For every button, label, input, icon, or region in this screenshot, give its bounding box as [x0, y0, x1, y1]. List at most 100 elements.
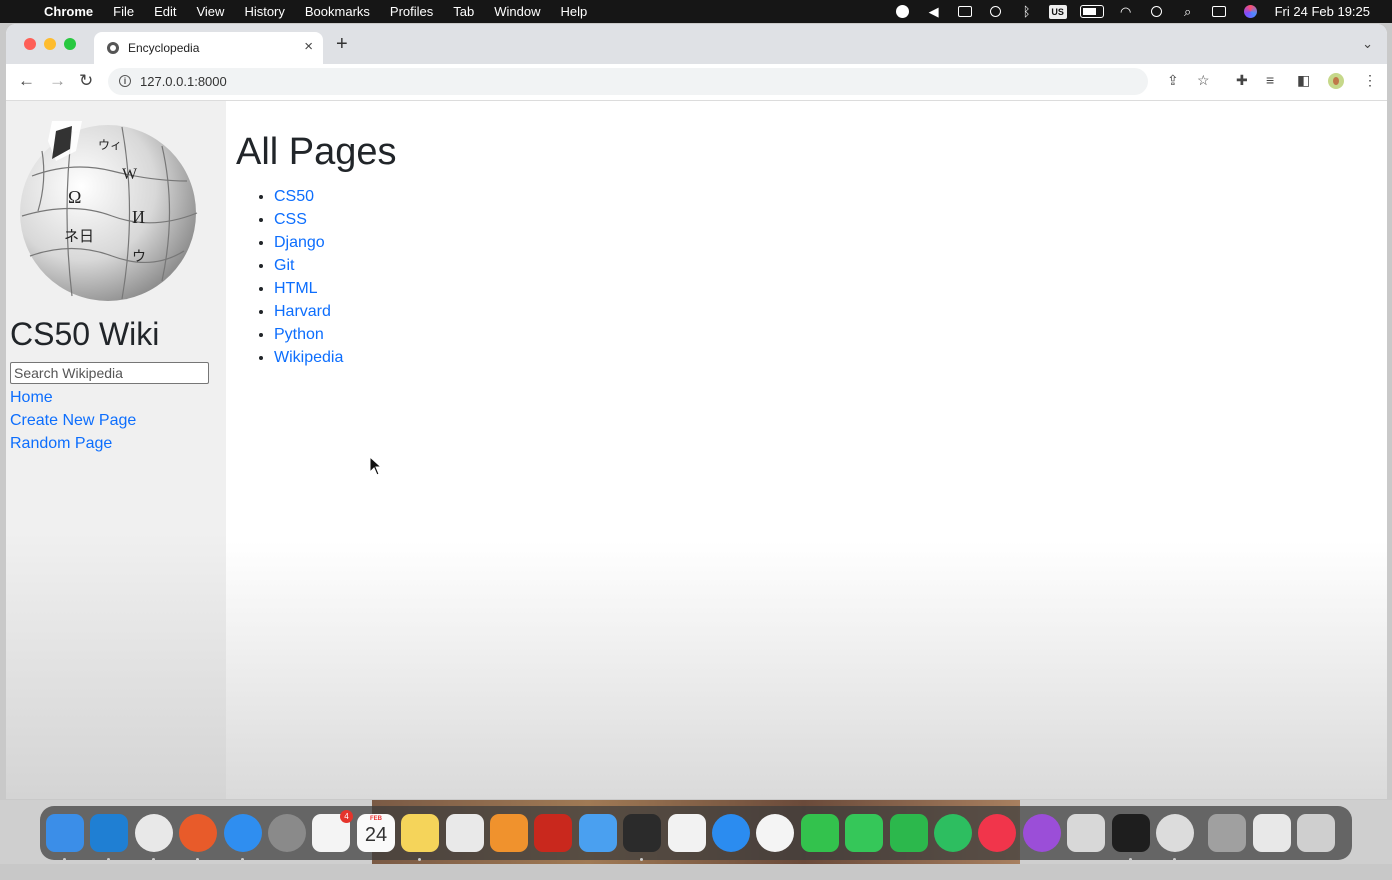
site-info-icon[interactable]: i [119, 75, 131, 87]
quicktime-icon[interactable] [1156, 814, 1194, 852]
chrome-icon[interactable] [135, 814, 173, 852]
vscode-icon[interactable] [90, 814, 128, 852]
entry-link-html[interactable]: HTML [274, 280, 318, 297]
profile-avatar-icon[interactable] [1328, 73, 1344, 89]
system-preferences-icon[interactable] [268, 814, 306, 852]
share-icon[interactable]: ⇪ [1167, 73, 1179, 87]
evernote-icon[interactable] [934, 814, 972, 852]
more-menu-icon[interactable]: ⋮ [1363, 73, 1377, 87]
tab-encyclopedia[interactable]: Encyclopedia × [94, 32, 323, 64]
close-window-button[interactable] [24, 38, 36, 50]
finder-icon[interactable] [46, 814, 84, 852]
siri-icon[interactable] [1241, 5, 1259, 18]
spotlight-search-icon[interactable]: ⌕ [1179, 5, 1197, 18]
app-store-icon[interactable] [712, 814, 750, 852]
screen-mirroring-icon[interactable] [956, 5, 974, 18]
entry-link-django[interactable]: Django [274, 234, 325, 251]
menu-help[interactable]: Help [561, 4, 588, 19]
volume-icon[interactable]: ◀︎ [925, 5, 943, 18]
side-panel-icon[interactable]: ◧ [1297, 73, 1310, 87]
entry-link-css[interactable]: CSS [274, 211, 307, 228]
address-bar[interactable]: i 127.0.0.1:8000 [108, 68, 1148, 95]
battery-icon[interactable] [1079, 5, 1104, 18]
documents-icon[interactable] [1253, 814, 1291, 852]
textedit-icon[interactable] [446, 814, 484, 852]
activity-monitor-icon[interactable] [623, 814, 661, 852]
app-icon[interactable] [668, 814, 706, 852]
tab-title: Encyclopedia [128, 41, 200, 55]
bookmark-star-icon[interactable]: ☆ [1197, 73, 1210, 87]
pages-icon[interactable] [490, 814, 528, 852]
launchpad-icon[interactable] [1067, 814, 1105, 852]
svg-text:Ω: Ω [68, 187, 81, 207]
tab-strip: Encyclopedia × + ⌄ [6, 24, 1387, 64]
svg-text:ネ日: ネ日 [64, 227, 94, 245]
sidebar: Ω W И ネ日 ウ ウィ CS50 Wiki Home Create New … [6, 101, 226, 799]
record-icon[interactable] [894, 5, 912, 18]
svg-text:ウ: ウ [132, 249, 146, 265]
menu-history[interactable]: History [244, 4, 284, 19]
back-button[interactable]: ← [18, 72, 35, 89]
zoom-window-button[interactable] [64, 38, 76, 50]
new-tab-button[interactable]: + [336, 34, 348, 54]
browser-toolbar: ← → ↻ i 127.0.0.1:8000 ⇪ ☆ ✚ ≡ ◧ ⋮ [6, 64, 1387, 101]
entry-link-cs50[interactable]: CS50 [274, 188, 314, 205]
entry-link-git[interactable]: Git [274, 257, 294, 274]
notes-icon[interactable] [401, 814, 439, 852]
status-area: ◀︎ ᛒ US ◠ ⌕ Fri 24 Feb 19:25 [881, 0, 1370, 23]
firefox-icon[interactable] [179, 814, 217, 852]
acrobat-icon[interactable] [534, 814, 572, 852]
mouse-cursor-icon [369, 456, 383, 476]
trash-icon[interactable] [1297, 814, 1335, 852]
menu-file[interactable]: File [113, 4, 134, 19]
minimize-window-button[interactable] [44, 38, 56, 50]
menu-bookmarks[interactable]: Bookmarks [305, 4, 370, 19]
mail-icon[interactable] [579, 814, 617, 852]
url-text[interactable]: 127.0.0.1:8000 [140, 74, 227, 89]
downloads-icon[interactable] [1208, 814, 1246, 852]
entry-link-python[interactable]: Python [274, 326, 324, 343]
wifi-icon[interactable]: ◠ [1117, 5, 1135, 18]
tab-search-chevron-icon[interactable]: ⌄ [1362, 36, 1373, 52]
close-tab-icon[interactable]: × [304, 38, 313, 55]
menu-profiles[interactable]: Profiles [390, 4, 433, 19]
menu-app-name[interactable]: Chrome [44, 4, 93, 19]
menu-edit[interactable]: Edit [154, 4, 176, 19]
facetime-icon[interactable] [801, 814, 839, 852]
music-icon[interactable] [978, 814, 1016, 852]
globe-icon [107, 42, 119, 54]
calendar-icon[interactable]: FEB 24 [357, 814, 395, 852]
control-center-icon[interactable] [1210, 5, 1228, 18]
bluetooth-icon[interactable]: ᛒ [1018, 5, 1036, 18]
play-icon[interactable] [987, 5, 1005, 18]
running-indicator [640, 858, 643, 861]
search-input[interactable] [10, 362, 209, 384]
entry-link-harvard[interactable]: Harvard [274, 303, 331, 320]
photos-icon[interactable] [756, 814, 794, 852]
menu-tab[interactable]: Tab [453, 4, 474, 19]
reload-button[interactable]: ↻ [79, 72, 93, 89]
entry-link-wikipedia[interactable]: Wikipedia [274, 349, 343, 366]
running-indicator [152, 858, 155, 861]
list-item: Django [274, 231, 343, 254]
messages-icon[interactable] [845, 814, 883, 852]
podcasts-icon[interactable] [1023, 814, 1061, 852]
home-link[interactable]: Home [10, 389, 53, 407]
extensions-puzzle-icon[interactable]: ✚ [1236, 73, 1248, 87]
clock[interactable]: Fri 24 Feb 19:25 [1275, 4, 1370, 19]
calendar-month: FEB [370, 816, 382, 822]
terminal-icon[interactable] [1112, 814, 1150, 852]
menu-view[interactable]: View [196, 4, 224, 19]
menu-window[interactable]: Window [494, 4, 540, 19]
site-title: CS50 Wiki [10, 316, 160, 352]
browser-window: Encyclopedia × + ⌄ ← → ↻ i 127.0.0.1:800… [6, 24, 1387, 799]
safari-icon[interactable] [224, 814, 262, 852]
notification-badge: 4 [340, 810, 353, 823]
reading-list-icon[interactable]: ≡ [1266, 73, 1274, 87]
input-source-icon[interactable]: US [1048, 4, 1067, 19]
forward-button[interactable]: → [49, 72, 66, 89]
create-new-page-link[interactable]: Create New Page [10, 412, 136, 430]
user-icon[interactable] [1148, 5, 1166, 18]
numbers-icon[interactable] [890, 814, 928, 852]
random-page-link[interactable]: Random Page [10, 435, 112, 453]
